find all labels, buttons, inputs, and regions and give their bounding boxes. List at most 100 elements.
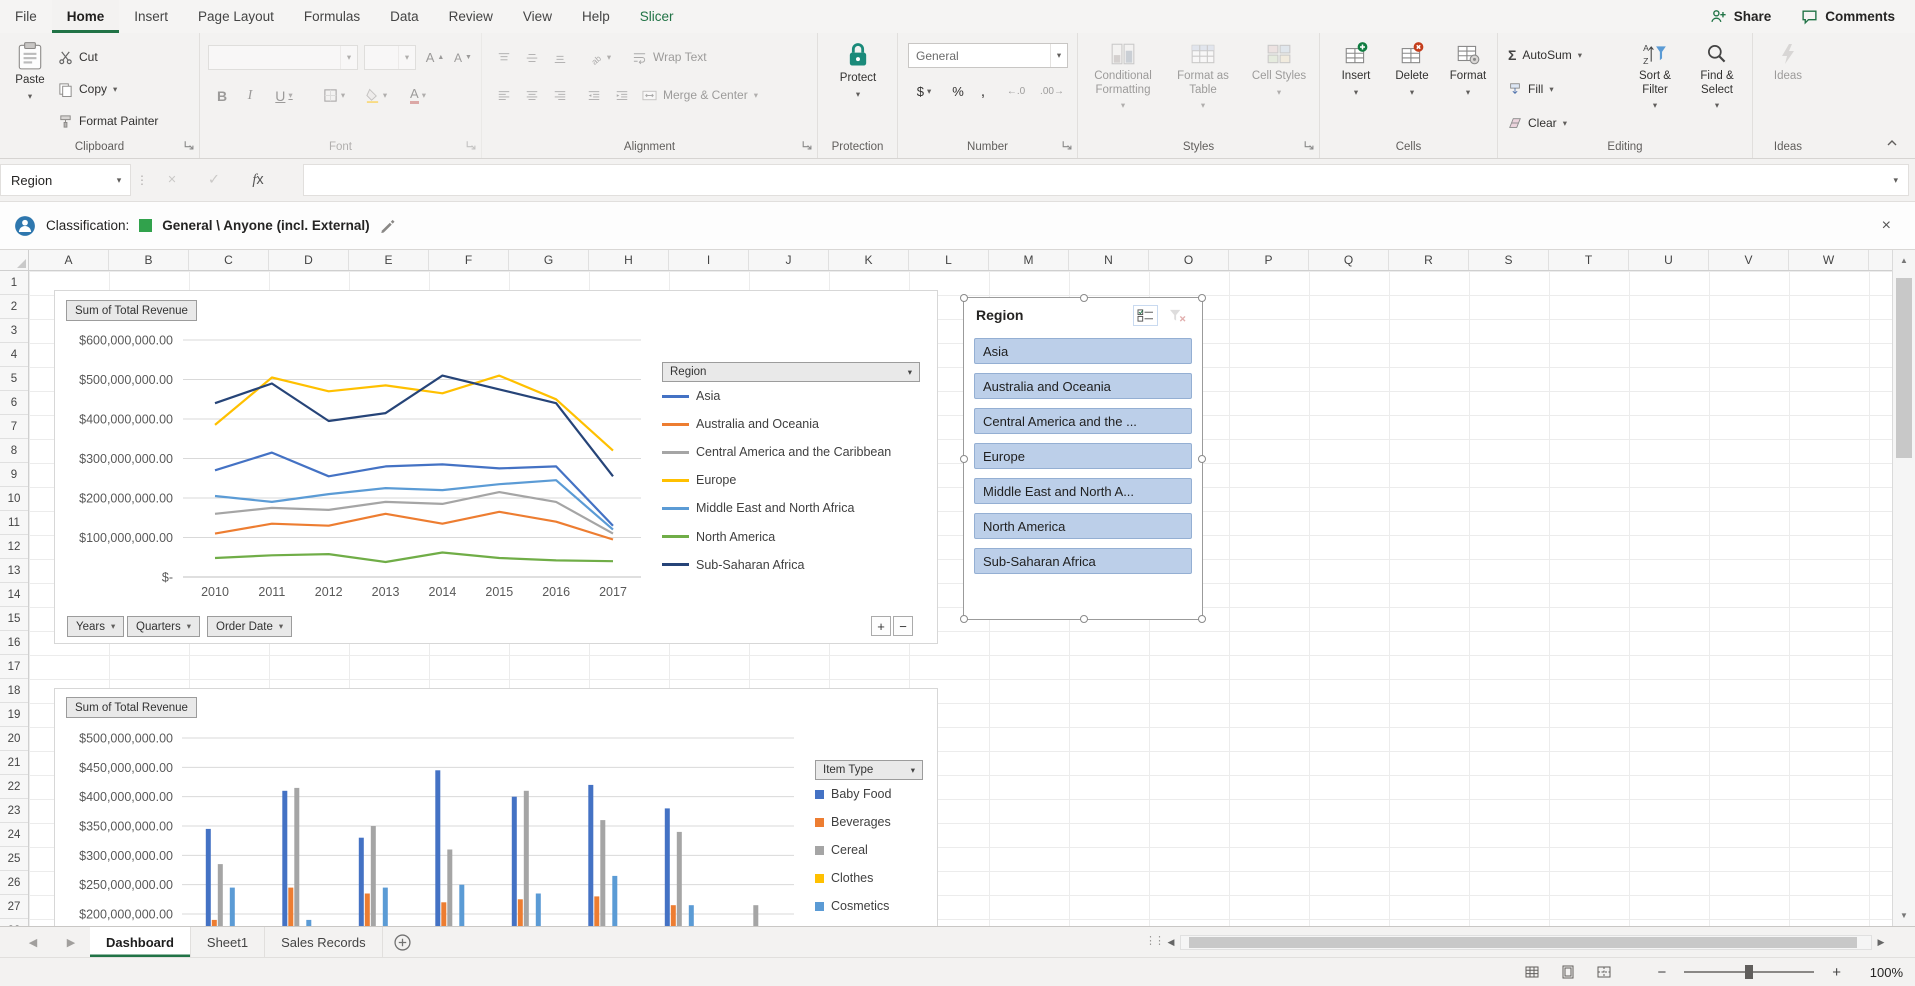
slicer-resize-handle[interactable] <box>1198 615 1206 623</box>
slicer-item-middle-east-and-north-a[interactable]: Middle East and North A... <box>974 478 1192 504</box>
orientation-button[interactable]: ab▾ <box>582 45 618 70</box>
fill-color-button[interactable]: ▾ <box>358 83 394 108</box>
region-slicer[interactable]: Region AsiaAustralia and OceaniaCentral … <box>963 297 1203 620</box>
cancel-icon[interactable]: × <box>151 172 193 188</box>
cell-grid[interactable]: $600,000,000.00$500,000,000.00$400,000,0… <box>29 271 1892 926</box>
center-button[interactable] <box>520 83 544 108</box>
vertical-scroll-thumb[interactable] <box>1896 278 1912 458</box>
column-header-r[interactable]: R <box>1389 250 1469 270</box>
page-layout-view-icon[interactable] <box>1559 963 1577 981</box>
clipboard-dialog-launcher[interactable] <box>183 139 194 150</box>
sheet-nav-right-icon[interactable]: ▶ <box>52 927 90 957</box>
align-left-button[interactable] <box>492 83 516 108</box>
row-header-27[interactable]: 27 <box>0 895 28 919</box>
column-header-q[interactable]: Q <box>1309 250 1389 270</box>
bold-button[interactable]: B <box>210 83 234 108</box>
column-header-h[interactable]: H <box>589 250 669 270</box>
sort-filter-button[interactable]: AZ Sort & Filter ▾ <box>1626 41 1684 110</box>
paste-button[interactable]: Paste ▾ <box>8 41 52 101</box>
insert-cells-button[interactable]: Insert ▾ <box>1330 41 1382 97</box>
copy-button[interactable]: Copy ▾ <box>58 77 117 101</box>
column-header-b[interactable]: B <box>109 250 189 270</box>
row-header-20[interactable]: 20 <box>0 727 28 751</box>
conditional-formatting-button[interactable]: Conditional Formatting ▾ <box>1086 41 1160 110</box>
ribbon-tab-review[interactable]: Review <box>434 0 508 33</box>
row-header-2[interactable]: 2 <box>0 295 28 319</box>
increase-indent-button[interactable] <box>610 83 634 108</box>
decrease-font-size-button[interactable]: A▼ <box>450 45 476 70</box>
slicer-resize-handle[interactable] <box>1198 455 1206 463</box>
column-header-k[interactable]: K <box>829 250 909 270</box>
column-header-s[interactable]: S <box>1469 250 1549 270</box>
row-header-18[interactable]: 18 <box>0 679 28 703</box>
ideas-button[interactable]: Ideas <box>1761 41 1815 84</box>
zoom-slider[interactable] <box>1684 971 1814 973</box>
name-box-caret-icon[interactable]: ▾ <box>108 175 130 186</box>
row-header-6[interactable]: 6 <box>0 391 28 415</box>
slicer-multiselect-button[interactable] <box>1133 305 1158 326</box>
horizontal-scroll-track[interactable] <box>1180 935 1872 950</box>
name-box[interactable]: Region ▾ <box>0 164 131 196</box>
close-classification-bar-icon[interactable]: × <box>1882 217 1901 235</box>
row-header-9[interactable]: 9 <box>0 463 28 487</box>
zoom-slider-thumb[interactable] <box>1745 965 1753 979</box>
protect-button[interactable]: Protect ▾ <box>828 41 888 99</box>
slicer-resize-handle[interactable] <box>1080 615 1088 623</box>
format-as-table-button[interactable]: Format as Table ▾ <box>1166 41 1240 110</box>
ribbon-tab-view[interactable]: View <box>508 0 567 33</box>
chart2-value-field-button[interactable]: Sum of Total Revenue <box>66 697 197 718</box>
slicer-resize-handle[interactable] <box>960 294 968 302</box>
column-header-p[interactable]: P <box>1229 250 1309 270</box>
pivot-expand-button[interactable]: + <box>871 616 891 636</box>
scroll-up-icon[interactable]: ▲ <box>1893 250 1915 271</box>
ribbon-tab-formulas[interactable]: Formulas <box>289 0 375 33</box>
select-all-corner[interactable] <box>0 250 29 271</box>
column-header-u[interactable]: U <box>1629 250 1709 270</box>
collapse-ribbon-button[interactable] <box>1883 136 1901 150</box>
row-header-16[interactable]: 16 <box>0 631 28 655</box>
sheet-nav-left-icon[interactable]: ◀ <box>14 927 52 957</box>
new-sheet-button[interactable] <box>383 927 423 957</box>
slicer-item-europe[interactable]: Europe <box>974 443 1192 469</box>
zoom-in-icon[interactable]: + <box>1832 964 1841 981</box>
font-color-button[interactable]: A▾ <box>400 83 436 108</box>
years-field-button[interactable]: Years ▾ <box>67 616 124 637</box>
font-name-caret-icon[interactable]: ▾ <box>340 46 357 69</box>
horizontal-scrollbar[interactable]: ◀ ▶ <box>1162 933 1890 951</box>
ribbon-tab-page-layout[interactable]: Page Layout <box>183 0 289 33</box>
clear-button[interactable]: Clear ▾ <box>1508 111 1567 135</box>
font-name-combobox[interactable]: ▾ <box>208 45 358 70</box>
slicer-item-central-america-and-the[interactable]: Central America and the ... <box>974 408 1192 434</box>
pivot-collapse-button[interactable]: − <box>893 616 913 636</box>
row-header-17[interactable]: 17 <box>0 655 28 679</box>
comma-style-button[interactable]: , <box>974 79 992 104</box>
row-header-7[interactable]: 7 <box>0 415 28 439</box>
tab-strip-splitter[interactable]: ⋮⋮ <box>1145 934 1163 947</box>
slicer-resize-handle[interactable] <box>960 615 968 623</box>
row-header-14[interactable]: 14 <box>0 583 28 607</box>
row-header-26[interactable]: 26 <box>0 871 28 895</box>
share-button[interactable]: Share <box>1710 8 1772 25</box>
format-painter-button[interactable]: Format Painter <box>58 109 158 133</box>
chart2-legend-field-button[interactable]: Item Type ▾ <box>815 760 923 780</box>
quarters-field-button[interactable]: Quarters ▾ <box>127 616 200 637</box>
column-header-a[interactable]: A <box>29 250 109 270</box>
format-cells-button[interactable]: Format ▾ <box>1442 41 1494 97</box>
decrease-indent-button[interactable] <box>582 83 606 108</box>
slicer-item-sub-saharan-africa[interactable]: Sub-Saharan Africa <box>974 548 1192 574</box>
bottom-align-button[interactable] <box>548 45 572 70</box>
slicer-clear-filter-button[interactable] <box>1165 305 1190 326</box>
sheet-tab-dashboard[interactable]: Dashboard <box>90 927 191 957</box>
formula-bar-expand-icon[interactable]: ▾ <box>1893 175 1898 186</box>
slicer-item-north-america[interactable]: North America <box>974 513 1192 539</box>
borders-button[interactable]: ▾ <box>316 83 352 108</box>
vertical-scrollbar[interactable]: ▲ ▼ <box>1892 250 1915 926</box>
slicer-resize-handle[interactable] <box>1080 294 1088 302</box>
cell-styles-button[interactable]: Cell Styles ▾ <box>1244 41 1314 97</box>
row-header-3[interactable]: 3 <box>0 319 28 343</box>
column-header-f[interactable]: F <box>429 250 509 270</box>
row-header-22[interactable]: 22 <box>0 775 28 799</box>
row-header-8[interactable]: 8 <box>0 439 28 463</box>
middle-align-button[interactable] <box>520 45 544 70</box>
column-header-j[interactable]: J <box>749 250 829 270</box>
